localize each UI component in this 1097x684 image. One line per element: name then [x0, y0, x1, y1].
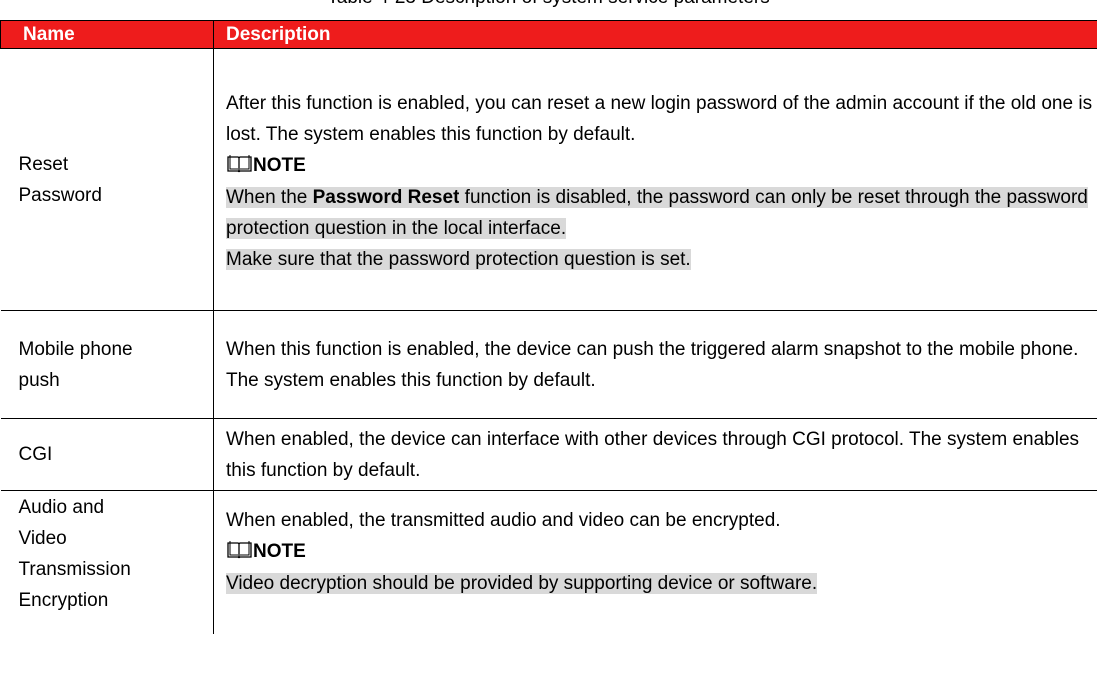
row-description-cell: When enabled, the device can interface w…	[213, 418, 1097, 491]
row-name-line: Video	[18, 528, 67, 549]
row-name-line: Transmission	[18, 559, 131, 580]
row-name-cell: CGI	[0, 418, 214, 491]
row-name-line: Reset	[18, 153, 69, 175]
note-label: NOTE	[253, 155, 306, 176]
note-label: NOTE	[253, 541, 306, 562]
row-name-line: Audio and	[18, 497, 105, 518]
book-icon	[227, 541, 252, 559]
column-header-name: Name	[0, 20, 214, 49]
table-row: CGI When enabled, the device can interfa…	[0, 418, 1097, 491]
table-row: Audio and Video Transmission Encryption …	[0, 490, 1097, 634]
note-text: When the Password Reset function is disa…	[226, 182, 1097, 244]
row-name-line: push	[18, 369, 60, 391]
row-name-line: Encryption	[18, 590, 109, 611]
note-text-line: Make sure that the password protection q…	[226, 244, 1097, 275]
table-caption: Table 4-23 Description of system service…	[0, 0, 1097, 10]
row-name-cell: Mobile phone push	[0, 310, 214, 419]
table-header-row: Name Description	[0, 20, 1097, 49]
table-row: Reset Password After this function is en…	[0, 48, 1097, 311]
row-name-line: Password	[18, 184, 102, 206]
row-name-cell: Reset Password	[0, 48, 214, 311]
note-heading: NOTE	[226, 150, 1097, 182]
table-row: Mobile phone push When this function is …	[0, 310, 1097, 419]
row-name-line: CGI	[18, 444, 53, 465]
book-icon	[227, 155, 252, 173]
row-description-cell: After this function is enabled, you can …	[213, 48, 1097, 311]
row-description: When this function is enabled, the devic…	[226, 338, 1079, 391]
note-text-pre: When the	[226, 187, 313, 208]
row-name-line: Mobile phone	[18, 338, 133, 360]
row-description-cell: When this function is enabled, the devic…	[213, 310, 1097, 419]
row-description: When enabled, the device can interface w…	[226, 428, 1080, 481]
system-service-parameters-table: Name Description Reset Password After th…	[0, 20, 1097, 634]
row-description-cell: When enabled, the transmitted audio and …	[213, 490, 1097, 634]
row-description: When enabled, the transmitted audio and …	[226, 510, 781, 531]
note-text: Video decryption should be provided by s…	[226, 573, 818, 594]
column-header-description: Description	[213, 20, 1097, 49]
row-name-cell: Audio and Video Transmission Encryption	[0, 490, 214, 634]
note-text-bold: Password Reset	[312, 187, 460, 208]
row-description: After this function is enabled, you can …	[226, 93, 1093, 145]
note-text-line3: Make sure that the password protection q…	[226, 249, 691, 270]
note-heading: NOTE	[226, 536, 1097, 568]
note-text-line: Video decryption should be provided by s…	[226, 568, 1097, 599]
